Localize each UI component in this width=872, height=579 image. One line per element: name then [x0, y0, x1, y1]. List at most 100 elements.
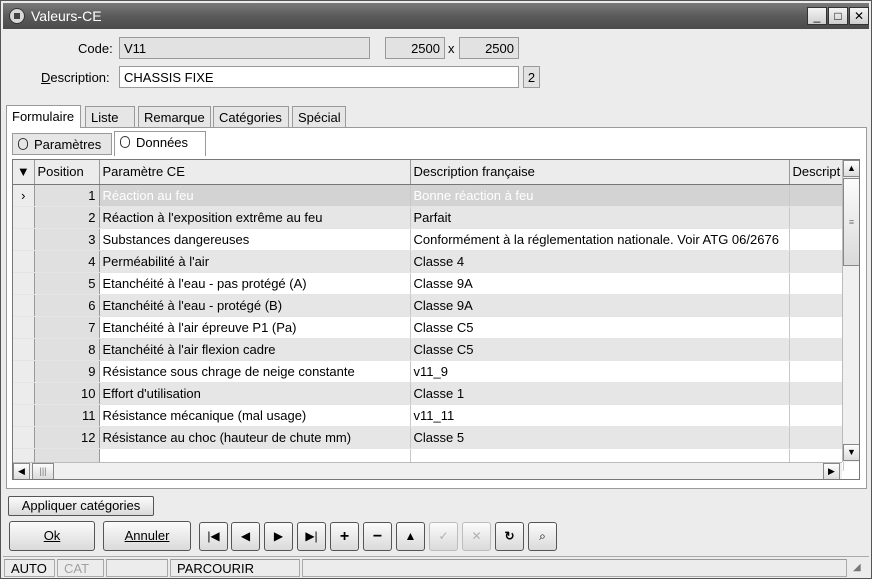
row-indicator[interactable]: [13, 294, 35, 317]
row-indicator[interactable]: [13, 360, 35, 383]
cell-parametre[interactable]: Substances dangereuses: [99, 228, 411, 251]
table-row[interactable]: 11 Résistance mécanique (mal usage) v11_11: [13, 404, 845, 427]
vertical-scrollbar[interactable]: ▲ ≡ ▼: [842, 160, 859, 462]
last-record-button[interactable]: ▶|: [297, 522, 326, 551]
code-field[interactable]: V11: [119, 37, 370, 59]
next-record-button[interactable]: ▶: [264, 522, 293, 551]
table-row[interactable]: › 1 Réaction au feu Bonne réaction à feu: [13, 184, 845, 207]
cell-position[interactable]: 1: [34, 184, 100, 207]
cell-description[interactable]: [789, 316, 845, 339]
scroll-up-icon[interactable]: ▲: [843, 160, 859, 177]
table-row[interactable]: 5 Etanchéité à l'eau - pas protégé (A) Cla…: [13, 272, 845, 295]
cell-parametre[interactable]: Résistance au choc (hauteur de chute mm): [99, 426, 411, 449]
tab-formulaire[interactable]: Formulaire: [6, 105, 81, 128]
row-indicator[interactable]: [13, 206, 35, 229]
previous-record-button[interactable]: ◀: [231, 522, 260, 551]
first-record-button[interactable]: |◀: [199, 522, 228, 551]
description-field[interactable]: CHASSIS FIXE: [119, 66, 519, 88]
horizontal-scrollbar[interactable]: ◀ ||| ▶: [13, 462, 842, 479]
resize-grip-icon[interactable]: ◢: [853, 562, 861, 573]
cell-parametre[interactable]: Effort d'utilisation: [99, 382, 411, 405]
cell-description-fr[interactable]: Classe 4: [410, 250, 790, 273]
table-row[interactable]: 6 Etanchéité à l'eau - protégé (B) Classe …: [13, 294, 845, 317]
row-indicator[interactable]: [13, 228, 35, 251]
maximize-button[interactable]: □: [828, 7, 848, 25]
scroll-right-icon[interactable]: ▶: [823, 463, 840, 479]
cell-position[interactable]: 3: [34, 228, 100, 251]
close-button[interactable]: ✕: [849, 7, 869, 25]
table-row[interactable]: 4 Perméabilité à l'air Classe 4: [13, 250, 845, 273]
vertical-scroll-thumb[interactable]: ≡: [843, 178, 859, 266]
row-indicator[interactable]: [13, 382, 35, 405]
title-bar[interactable]: Valeurs-CE _ □ ✕: [3, 3, 869, 29]
cell-position[interactable]: 6: [34, 294, 100, 317]
cell-position[interactable]: 8: [34, 338, 100, 361]
cell-position[interactable]: 4: [34, 250, 100, 273]
row-indicator[interactable]: [13, 338, 35, 361]
tab-remarque[interactable]: Remarque: [138, 106, 211, 128]
horizontal-scroll-thumb[interactable]: |||: [32, 463, 54, 479]
table-row[interactable]: 3 Substances dangereuses Conformément à la…: [13, 228, 845, 251]
minimize-button[interactable]: _: [807, 7, 827, 25]
row-indicator[interactable]: [13, 404, 35, 427]
add-record-button[interactable]: +: [330, 522, 359, 551]
refresh-button[interactable]: ↻: [495, 522, 524, 551]
cell-description[interactable]: [789, 426, 845, 449]
tab-special[interactable]: Spécial: [292, 106, 346, 128]
cell-description[interactable]: [789, 360, 845, 383]
cell-description[interactable]: [789, 338, 845, 361]
cell-description[interactable]: [789, 272, 845, 295]
cell-parametre[interactable]: Etanchéité à l'air épreuve P1 (Pa): [99, 316, 411, 339]
cell-parametre[interactable]: Réaction au feu: [99, 184, 411, 207]
table-row[interactable]: 9 Résistance sous chrage de neige constan…: [13, 360, 845, 383]
cell-position[interactable]: 5: [34, 272, 100, 295]
table-row[interactable]: 10 Effort d'utilisation Classe 1: [13, 382, 845, 405]
cancel-edit-button[interactable]: ✕: [462, 522, 491, 551]
cell-position[interactable]: 9: [34, 360, 100, 383]
cell-description-fr[interactable]: Classe 5: [410, 426, 790, 449]
cell-description-fr[interactable]: Conformément à la réglementation nationa…: [410, 228, 790, 251]
post-record-button[interactable]: ✓: [429, 522, 458, 551]
cell-description-fr[interactable]: Classe C5: [410, 316, 790, 339]
cell-description[interactable]: [789, 404, 845, 427]
cell-description-fr[interactable]: v11_9: [410, 360, 790, 383]
column-header-description-fr[interactable]: Description française: [410, 160, 790, 185]
cell-position[interactable]: 7: [34, 316, 100, 339]
cell-description[interactable]: [789, 294, 845, 317]
tab-categories[interactable]: Catégories: [213, 106, 289, 128]
height-field[interactable]: 2500: [459, 37, 519, 59]
table-row[interactable]: 12 Résistance au choc (hauteur de chute m…: [13, 426, 845, 449]
row-indicator[interactable]: ›: [13, 184, 35, 207]
cell-description-fr[interactable]: Classe 9A: [410, 272, 790, 295]
subtab-parametres[interactable]: Paramètres: [12, 133, 112, 155]
cell-parametre[interactable]: Résistance sous chrage de neige constant…: [99, 360, 411, 383]
edit-record-button[interactable]: ▲: [396, 522, 425, 551]
row-indicator[interactable]: [13, 272, 35, 295]
width-field[interactable]: 2500: [385, 37, 445, 59]
cell-description-fr[interactable]: Classe 1: [410, 382, 790, 405]
cell-parametre[interactable]: Etanchéité à l'air flexion cadre: [99, 338, 411, 361]
cell-description-fr[interactable]: Bonne réaction à feu: [410, 184, 790, 207]
ok-button[interactable]: Ok: [9, 521, 95, 551]
cancel-button[interactable]: Annuler: [103, 521, 191, 551]
cell-parametre[interactable]: Etanchéité à l'eau - pas protégé (A): [99, 272, 411, 295]
row-indicator[interactable]: [13, 316, 35, 339]
column-header-parametre[interactable]: Paramètre CE: [99, 160, 411, 185]
scroll-down-icon[interactable]: ▼: [843, 444, 859, 461]
apply-categories-button[interactable]: Appliquer catégories: [8, 496, 154, 516]
tab-liste[interactable]: Liste: [85, 106, 135, 128]
subtab-donnees[interactable]: Données: [114, 131, 206, 156]
cell-description-fr[interactable]: v11_11: [410, 404, 790, 427]
column-menu-button[interactable]: ▼: [13, 160, 35, 185]
table-row[interactable]: 7 Etanchéité à l'air épreuve P1 (Pa) Class…: [13, 316, 845, 339]
table-row[interactable]: 2 Réaction à l'exposition extrême au feu P…: [13, 206, 845, 229]
cell-parametre[interactable]: Etanchéité à l'eau - protégé (B): [99, 294, 411, 317]
search-binoculars-button[interactable]: ⌕: [528, 522, 557, 551]
cell-description[interactable]: [789, 228, 845, 251]
cell-parametre[interactable]: Résistance mécanique (mal usage): [99, 404, 411, 427]
cell-description[interactable]: [789, 206, 845, 229]
cell-position[interactable]: 12: [34, 426, 100, 449]
cell-description[interactable]: [789, 382, 845, 405]
cell-description[interactable]: [789, 184, 845, 207]
cell-description[interactable]: [789, 250, 845, 273]
